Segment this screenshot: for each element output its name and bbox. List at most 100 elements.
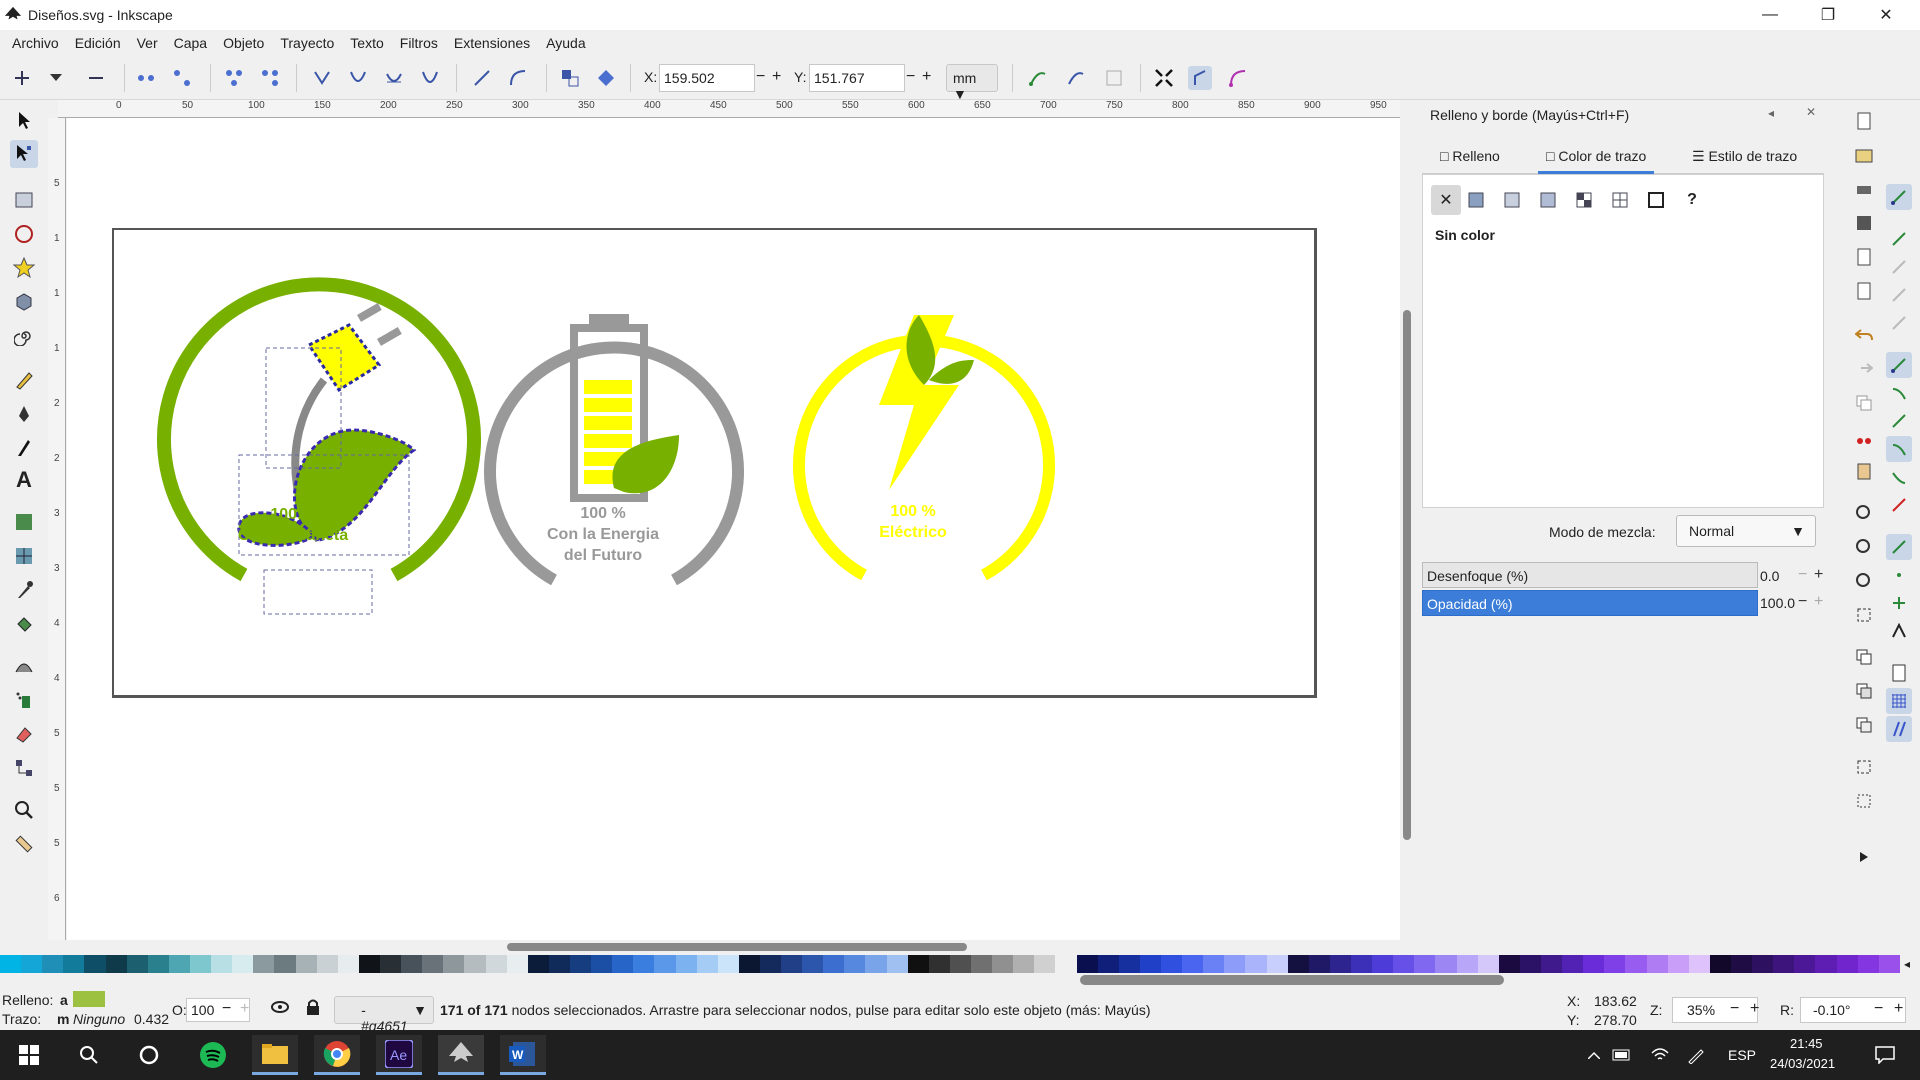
chrome-icon[interactable] bbox=[314, 1035, 360, 1075]
snap-toggle-icon[interactable] bbox=[1886, 184, 1912, 210]
mesh-gradient-icon[interactable] bbox=[1605, 185, 1635, 215]
palette-swatch[interactable] bbox=[591, 955, 613, 973]
stroke-to-path-icon[interactable] bbox=[594, 66, 618, 90]
blend-mode-dropdown[interactable]: Normal ▼ bbox=[1676, 515, 1816, 547]
pen-workspace-icon[interactable] bbox=[1682, 1035, 1710, 1075]
palette-swatch[interactable] bbox=[1583, 955, 1605, 973]
palette-swatch[interactable] bbox=[1435, 955, 1457, 973]
x-decrement-button[interactable]: − bbox=[756, 68, 765, 86]
file-explorer-icon[interactable] bbox=[252, 1035, 298, 1075]
snap-others-icon[interactable] bbox=[1886, 534, 1912, 560]
palette-swatch[interactable] bbox=[1477, 955, 1499, 973]
opacity-status-increment[interactable]: + bbox=[240, 1000, 249, 1018]
palette-swatch[interactable] bbox=[1709, 955, 1731, 973]
zoom-width-icon[interactable] bbox=[1851, 602, 1877, 628]
palette-swatch[interactable] bbox=[422, 955, 444, 973]
logo-planeta[interactable] bbox=[157, 277, 481, 615]
snap-bbox-icon[interactable] bbox=[1886, 226, 1912, 252]
measure-tool-icon[interactable] bbox=[10, 830, 38, 858]
cut-icon[interactable] bbox=[1851, 424, 1877, 450]
after-effects-icon[interactable]: Ae bbox=[376, 1035, 422, 1075]
mesh-tool-icon[interactable] bbox=[10, 542, 38, 570]
opacity-decrement-button[interactable]: − bbox=[1798, 593, 1807, 611]
palette-swatch[interactable] bbox=[928, 955, 950, 973]
palette-swatch[interactable] bbox=[717, 955, 739, 973]
palette-swatch[interactable] bbox=[1076, 955, 1098, 973]
no-paint-icon[interactable]: ✕ bbox=[1431, 185, 1461, 215]
palette-swatch[interactable] bbox=[1182, 955, 1204, 973]
pattern-icon[interactable] bbox=[1569, 185, 1599, 215]
horizontal-scrollbar[interactable] bbox=[67, 940, 1400, 954]
snap-nodes-icon[interactable] bbox=[1886, 352, 1912, 378]
snap-intersections-icon[interactable] bbox=[1886, 408, 1912, 434]
layer-visibility-icon[interactable] bbox=[270, 999, 290, 1018]
radial-gradient-icon[interactable] bbox=[1533, 185, 1563, 215]
palette-swatch[interactable] bbox=[1013, 955, 1035, 973]
opacity-value[interactable]: 100.0 bbox=[1760, 595, 1795, 611]
calligraphy-tool-icon[interactable] bbox=[10, 434, 38, 462]
menu-trayecto[interactable]: Trayecto bbox=[272, 35, 342, 51]
dropper-tool-icon[interactable] bbox=[10, 576, 38, 604]
palette-swatch[interactable] bbox=[1266, 955, 1288, 973]
palette-swatch[interactable] bbox=[147, 955, 169, 973]
palette-swatch[interactable] bbox=[865, 955, 887, 973]
notifications-icon[interactable] bbox=[1862, 1035, 1908, 1075]
opacity-slider[interactable]: Opacidad (%) bbox=[1422, 590, 1758, 616]
palette-swatch[interactable] bbox=[1646, 955, 1668, 973]
palette-swatch[interactable] bbox=[1308, 955, 1330, 973]
snap-cusp-icon[interactable] bbox=[1886, 436, 1912, 462]
units-dropdown[interactable]: mm ▼ bbox=[946, 64, 998, 102]
linear-gradient-icon[interactable] bbox=[1497, 185, 1527, 215]
insert-node-icon[interactable] bbox=[10, 66, 34, 90]
unlink-clone-icon[interactable] bbox=[1851, 712, 1877, 738]
drawing-canvas[interactable]: 100 % Con el Planeta 100 % Con la Energi… bbox=[67, 118, 1400, 940]
wifi-icon[interactable] bbox=[1646, 1035, 1674, 1075]
palette-swatch[interactable] bbox=[1203, 955, 1225, 973]
new-document-icon[interactable] bbox=[1851, 108, 1877, 134]
palette-swatch[interactable] bbox=[971, 955, 993, 973]
opacity-increment-button[interactable]: + bbox=[1814, 593, 1823, 611]
ungroup-icon[interactable] bbox=[1851, 788, 1877, 814]
delete-segment-icon[interactable] bbox=[258, 66, 282, 90]
palette-swatch[interactable] bbox=[1245, 955, 1267, 973]
palette-swatch[interactable] bbox=[1287, 955, 1309, 973]
palette-swatch[interactable] bbox=[907, 955, 929, 973]
menu-ayuda[interactable]: Ayuda bbox=[538, 35, 593, 51]
snap-grid-icon[interactable] bbox=[1886, 688, 1912, 714]
stroke-value[interactable]: Ninguno bbox=[73, 1011, 125, 1027]
node-auto-smooth-icon[interactable] bbox=[418, 66, 442, 90]
export-icon[interactable] bbox=[1851, 278, 1877, 304]
palette-swatch[interactable] bbox=[358, 955, 380, 973]
palette-swatch[interactable] bbox=[1752, 955, 1774, 973]
palette-swatch[interactable] bbox=[379, 955, 402, 973]
palette-swatch[interactable] bbox=[1055, 955, 1077, 973]
palette-swatch[interactable] bbox=[1562, 955, 1584, 973]
layer-lock-icon[interactable] bbox=[306, 998, 320, 1019]
star-tool-icon[interactable] bbox=[10, 254, 38, 282]
y-coordinate-input[interactable]: 151.767 bbox=[809, 64, 905, 92]
zoom-in-button[interactable]: + bbox=[1750, 1000, 1759, 1018]
palette-swatch[interactable] bbox=[401, 955, 423, 973]
close-button[interactable]: ✕ bbox=[1858, 0, 1914, 30]
restore-button[interactable]: ❐ bbox=[1800, 0, 1856, 30]
show-outline-icon[interactable] bbox=[1064, 66, 1088, 90]
paste-icon[interactable] bbox=[1851, 458, 1877, 484]
save-icon[interactable] bbox=[1851, 210, 1877, 236]
fill-swatch[interactable] bbox=[73, 991, 105, 1007]
palette-swatch[interactable] bbox=[168, 955, 190, 973]
palette-swatch[interactable] bbox=[1878, 955, 1900, 973]
rotation-decrement-button[interactable]: − bbox=[1874, 1000, 1883, 1018]
palette-swatch[interactable] bbox=[1498, 955, 1520, 973]
show-handles-icon[interactable] bbox=[1026, 66, 1050, 90]
tab-estilo-de-trazo[interactable]: ☰ Estilo de trazo bbox=[1684, 138, 1805, 174]
blur-slider[interactable]: Desenfoque (%) bbox=[1422, 562, 1758, 588]
palette-swatch[interactable] bbox=[1351, 955, 1373, 973]
menu-edicion[interactable]: Edición bbox=[67, 35, 129, 51]
battery-icon[interactable] bbox=[1608, 1035, 1636, 1075]
palette-swatch[interactable] bbox=[1372, 955, 1394, 973]
palette-swatch[interactable] bbox=[633, 955, 655, 973]
node-cusp-icon[interactable] bbox=[310, 66, 334, 90]
unset-paint-icon[interactable]: ? bbox=[1677, 185, 1707, 215]
palette-swatch[interactable] bbox=[485, 955, 507, 973]
palette-swatch[interactable] bbox=[696, 955, 718, 973]
